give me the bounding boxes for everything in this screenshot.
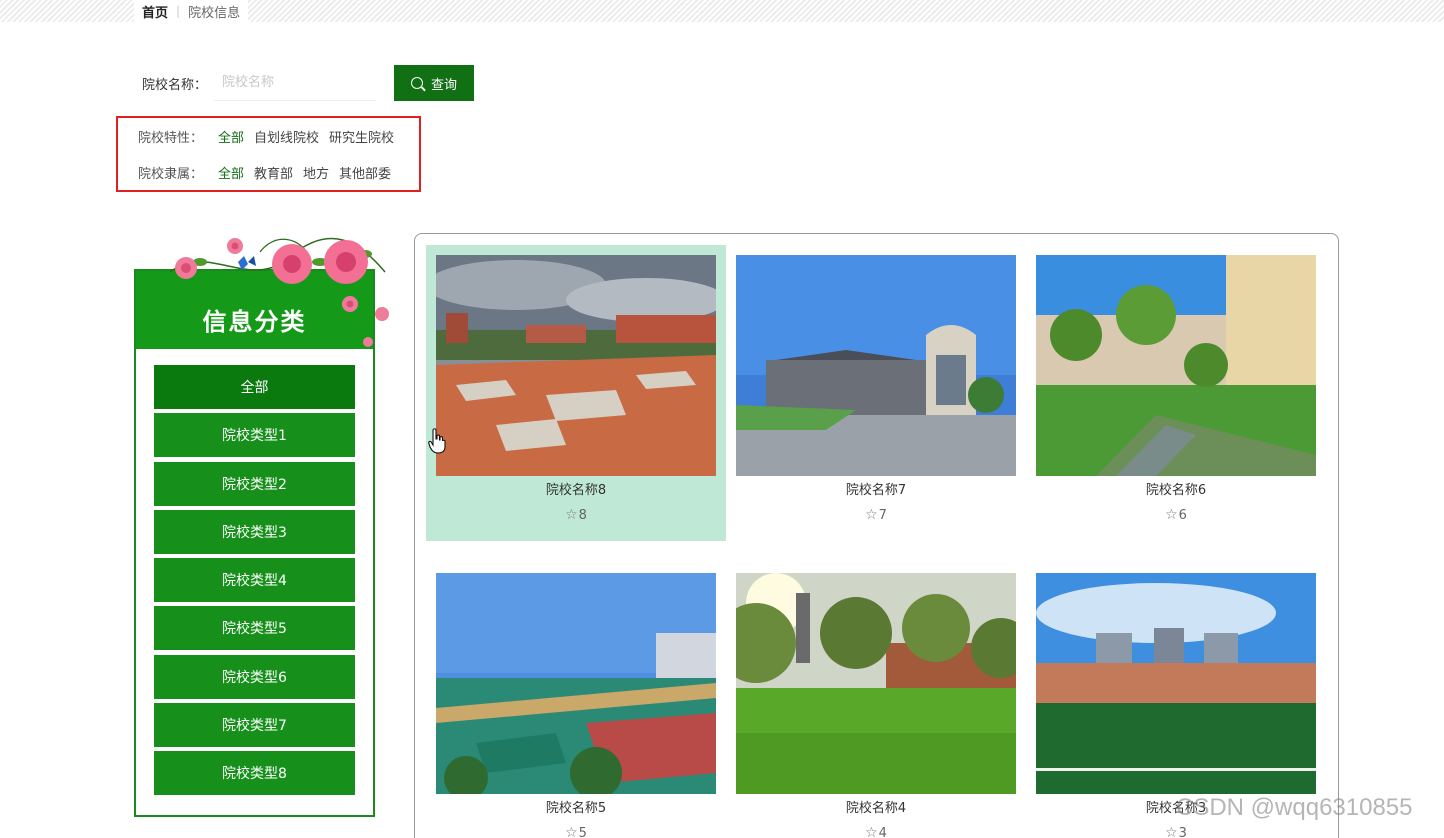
filter-nature-self-line[interactable]: 自划线院校: [254, 127, 319, 146]
filter-affiliation-local[interactable]: 地方: [303, 163, 329, 182]
school-likes: ☆5: [426, 825, 726, 838]
breadcrumb-home[interactable]: 首页: [142, 2, 168, 21]
school-name[interactable]: 院校名称7: [726, 479, 1026, 498]
watermark: CSDN @wqq6310855: [1176, 794, 1413, 821]
breadcrumb-current: 院校信息: [188, 5, 241, 21]
school-image[interactable]: [1036, 255, 1316, 476]
search-icon: [410, 77, 423, 89]
filter-box: 院校特性： 全部 自划线院校 研究生院校 院校隶属： 全部 教育部 地方 其他部…: [116, 116, 421, 192]
school-name[interactable]: 院校名称5: [426, 797, 726, 816]
breadcrumb: 首页 | 院校信息: [134, 0, 249, 22]
school-image[interactable]: [436, 573, 716, 794]
school-card[interactable]: 院校名称5 ☆5: [426, 563, 726, 838]
school-card[interactable]: 院校名称7 ☆7: [726, 245, 1026, 541]
filter-nature-graduate[interactable]: 研究生院校: [329, 127, 394, 146]
filter-affiliation-all[interactable]: 全部: [218, 163, 244, 182]
star-icon: ☆: [565, 825, 578, 838]
search-row: 院校名称： 查询: [142, 65, 474, 101]
sidebar-item-type-8[interactable]: 院校类型8: [154, 751, 355, 796]
star-icon: ☆: [1165, 507, 1178, 523]
sidebar-item-type-3[interactable]: 院校类型3: [154, 509, 355, 554]
sidebar-item-all[interactable]: 全部: [154, 365, 355, 409]
school-image[interactable]: [736, 573, 1016, 794]
breadcrumb-bar: 首页 | 院校信息: [0, 0, 1444, 22]
school-name-input[interactable]: [214, 65, 376, 101]
school-image[interactable]: [1036, 573, 1316, 794]
like-count: 5: [578, 826, 587, 838]
sidebar-item-type-1[interactable]: 院校类型1: [154, 413, 355, 458]
school-image[interactable]: [736, 255, 1016, 476]
like-count: 3: [1178, 826, 1187, 838]
school-card[interactable]: 院校名称6 ☆6: [1026, 245, 1326, 541]
rose-decoration-icon: [169, 237, 389, 347]
school-name[interactable]: 院校名称4: [726, 797, 1026, 816]
hand-cursor-icon: [428, 428, 446, 454]
search-label: 院校名称：: [142, 77, 208, 93]
like-count: 8: [578, 508, 587, 523]
school-name[interactable]: 院校名称6: [1026, 479, 1326, 498]
school-card[interactable]: 院校名称8 ☆8: [426, 245, 726, 541]
like-count: 7: [878, 508, 887, 523]
school-name[interactable]: 院校名称8: [426, 479, 726, 498]
school-image[interactable]: [436, 255, 716, 476]
filter-nature-all[interactable]: 全部: [218, 127, 244, 146]
filter-affiliation-ministry[interactable]: 教育部: [254, 163, 293, 182]
filter-affiliation: 院校隶属： 全部 教育部 地方 其他部委: [138, 163, 401, 182]
search-button[interactable]: 查询: [394, 65, 474, 101]
like-count: 4: [878, 826, 887, 838]
school-likes: ☆3: [1026, 825, 1326, 838]
school-likes: ☆4: [726, 825, 1026, 838]
sidebar-item-type-2[interactable]: 院校类型2: [154, 461, 355, 506]
school-grid-panel: 院校名称8 ☆8 院校名称7 ☆7 院校名称6 ☆6 院校名称5 ☆5 院校名称…: [414, 233, 1339, 838]
sidebar-item-type-7[interactable]: 院校类型7: [154, 703, 355, 748]
star-icon: ☆: [1165, 825, 1178, 838]
breadcrumb-separator: |: [176, 4, 181, 18]
sidebar-list: 全部 院校类型1 院校类型2 院校类型3 院校类型4 院校类型5 院校类型6 院…: [136, 349, 373, 796]
star-icon: ☆: [865, 825, 878, 838]
school-likes: ☆7: [726, 507, 1026, 523]
sidebar-item-type-6[interactable]: 院校类型6: [154, 654, 355, 699]
filter-nature: 院校特性： 全部 自划线院校 研究生院校: [138, 127, 404, 146]
filter-affiliation-label: 院校隶属：: [138, 167, 204, 182]
like-count: 6: [1178, 508, 1187, 523]
sidebar-item-type-5[interactable]: 院校类型5: [154, 606, 355, 651]
school-card[interactable]: 院校名称4 ☆4: [726, 563, 1026, 838]
school-likes: ☆6: [1026, 507, 1326, 523]
filter-nature-label: 院校特性：: [138, 131, 204, 146]
search-button-label: 查询: [430, 77, 457, 93]
school-likes: ☆8: [426, 507, 726, 523]
filter-affiliation-other[interactable]: 其他部委: [339, 163, 391, 182]
sidebar-item-type-4[interactable]: 院校类型4: [154, 558, 355, 603]
star-icon: ☆: [565, 507, 578, 523]
star-icon: ☆: [865, 507, 878, 523]
